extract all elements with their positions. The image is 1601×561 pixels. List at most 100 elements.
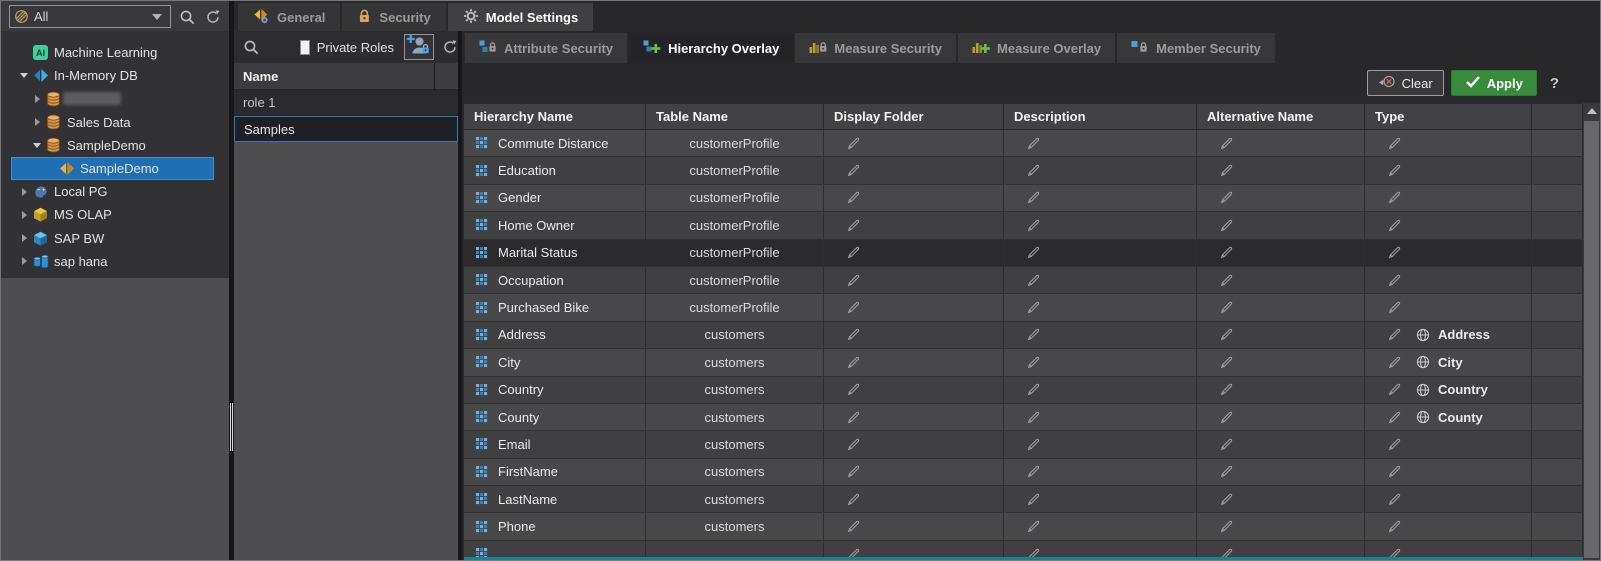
edit-pencil-icon[interactable] <box>846 190 861 205</box>
edit-pencil-icon[interactable] <box>1219 464 1234 479</box>
edit-pencil-icon[interactable] <box>1219 492 1234 507</box>
table-row-purchased-bike[interactable]: Purchased BikecustomerProfile <box>464 294 1583 321</box>
tab-model-settings[interactable]: Model Settings <box>448 3 593 31</box>
table-row-country[interactable]: CountrycustomersCountry <box>464 377 1583 404</box>
column-header-display-folder[interactable]: Display Folder <box>824 104 1004 129</box>
edit-pencil-icon[interactable] <box>1387 519 1402 534</box>
table-row-gender[interactable]: GendercustomerProfile <box>464 185 1583 212</box>
table-row-address[interactable]: AddresscustomersAddress <box>464 322 1583 349</box>
edit-pencil-icon[interactable] <box>1026 163 1041 178</box>
edit-pencil-icon[interactable] <box>1219 437 1234 452</box>
tab-measure-overlay[interactable]: Measure Overlay <box>958 33 1115 63</box>
clear-button[interactable]: Clear <box>1367 70 1444 96</box>
table-row-email[interactable]: Emailcustomers <box>464 431 1583 458</box>
drag-handle-icon[interactable] <box>476 493 488 505</box>
role-row-samples[interactable]: Samples <box>234 116 458 142</box>
edit-pencil-icon[interactable] <box>1026 492 1041 507</box>
tree-item-redacted[interactable] <box>1 87 229 110</box>
edit-pencil-icon[interactable] <box>1387 410 1402 425</box>
edit-pencil-icon[interactable] <box>846 355 861 370</box>
tree-item-sampledemo[interactable]: SampleDemo <box>1 157 229 180</box>
edit-pencil-icon[interactable] <box>1387 245 1402 260</box>
edit-pencil-icon[interactable] <box>846 327 861 342</box>
table-row-phone[interactable]: Phonecustomers <box>464 513 1583 540</box>
tab-security[interactable]: Security <box>342 3 445 31</box>
private-roles-checkbox[interactable] <box>300 40 310 55</box>
edit-pencil-icon[interactable] <box>1387 163 1402 178</box>
tree-item-sap-bw[interactable]: SAP BW <box>1 227 229 250</box>
expand-arrow-icon[interactable] <box>30 95 44 103</box>
edit-pencil-icon[interactable] <box>1387 218 1402 233</box>
edit-pencil-icon[interactable] <box>1387 136 1402 151</box>
tree-item-ms-olap[interactable]: MS OLAP <box>1 203 229 226</box>
edit-pencil-icon[interactable] <box>1387 300 1402 315</box>
edit-pencil-icon[interactable] <box>1387 464 1402 479</box>
edit-pencil-icon[interactable] <box>1219 218 1234 233</box>
tree-item-local-pg[interactable]: Local PG <box>1 180 229 203</box>
drag-handle-icon[interactable] <box>476 247 488 259</box>
expand-arrow-icon[interactable] <box>17 211 31 219</box>
edit-pencil-icon[interactable] <box>1219 300 1234 315</box>
edit-pencil-icon[interactable] <box>1026 464 1041 479</box>
help-button[interactable]: ? <box>1550 75 1559 92</box>
edit-pencil-icon[interactable] <box>1219 327 1234 342</box>
table-row-occupation[interactable]: OccupationcustomerProfile <box>464 267 1583 294</box>
drag-handle-icon[interactable] <box>476 137 488 149</box>
edit-pencil-icon[interactable] <box>1219 163 1234 178</box>
scrollbar-thumb[interactable] <box>1584 121 1599 558</box>
refresh-icon[interactable] <box>203 7 223 27</box>
drag-handle-icon[interactable] <box>476 466 488 478</box>
expand-arrow-icon[interactable] <box>30 118 44 126</box>
edit-pencil-icon[interactable] <box>846 464 861 479</box>
edit-pencil-icon[interactable] <box>1219 190 1234 205</box>
table-row-county[interactable]: CountycustomersCounty <box>464 404 1583 431</box>
edit-pencil-icon[interactable] <box>1387 355 1402 370</box>
edit-pencil-icon[interactable] <box>1026 519 1041 534</box>
edit-pencil-icon[interactable] <box>1026 136 1041 151</box>
tree-item-sampledemo[interactable]: SampleDemo <box>1 134 229 157</box>
edit-pencil-icon[interactable] <box>1026 190 1041 205</box>
edit-pencil-icon[interactable] <box>846 492 861 507</box>
expand-arrow-icon[interactable] <box>17 234 31 242</box>
tab-attribute-security[interactable]: Attribute Security <box>465 33 627 63</box>
apply-button[interactable]: Apply <box>1451 70 1537 96</box>
tab-measure-security[interactable]: Measure Security <box>795 33 956 63</box>
edit-pencil-icon[interactable] <box>846 218 861 233</box>
edit-pencil-icon[interactable] <box>1026 245 1041 260</box>
edit-pencil-icon[interactable] <box>1026 327 1041 342</box>
column-header-hierarchy-name[interactable]: Hierarchy Name <box>464 104 646 129</box>
refresh-icon[interactable] <box>442 39 458 55</box>
edit-pencil-icon[interactable] <box>846 300 861 315</box>
vertical-scrollbar[interactable] <box>1583 103 1600 560</box>
role-row-role-1[interactable]: role 1 <box>234 90 458 116</box>
edit-pencil-icon[interactable] <box>1219 410 1234 425</box>
tab-general[interactable]: General <box>238 3 340 31</box>
edit-pencil-icon[interactable] <box>846 136 861 151</box>
search-icon[interactable] <box>177 7 197 27</box>
edit-pencil-icon[interactable] <box>1387 190 1402 205</box>
table-row-home-owner[interactable]: Home OwnercustomerProfile <box>464 212 1583 239</box>
tab-member-security[interactable]: Member Security <box>1117 33 1275 63</box>
search-icon[interactable] <box>243 39 260 56</box>
edit-pencil-icon[interactable] <box>1219 273 1234 288</box>
drag-handle-icon[interactable] <box>476 384 488 396</box>
table-row-firstname[interactable]: FirstNamecustomers <box>464 459 1583 486</box>
edit-pencil-icon[interactable] <box>1026 273 1041 288</box>
expand-arrow-icon[interactable] <box>17 257 31 265</box>
edit-pencil-icon[interactable] <box>1219 382 1234 397</box>
add-role-button[interactable] <box>404 34 434 60</box>
drag-handle-icon[interactable] <box>476 192 488 204</box>
tree-item-machine-learning[interactable]: AIMachine Learning <box>1 41 229 64</box>
drag-handle-icon[interactable] <box>476 302 488 314</box>
tab-hierarchy-overlay[interactable]: Hierarchy Overlay <box>629 33 793 63</box>
column-header-alternative-name[interactable]: Alternative Name <box>1197 104 1365 129</box>
collapse-arrow-icon[interactable] <box>30 143 44 148</box>
edit-pencil-icon[interactable] <box>1026 355 1041 370</box>
edit-pencil-icon[interactable] <box>1026 437 1041 452</box>
drag-handle-icon[interactable] <box>476 356 488 368</box>
table-row-lastname[interactable]: LastNamecustomers <box>464 486 1583 513</box>
edit-pencil-icon[interactable] <box>846 163 861 178</box>
edit-pencil-icon[interactable] <box>846 519 861 534</box>
drag-handle-icon[interactable] <box>476 219 488 231</box>
edit-pencil-icon[interactable] <box>1026 300 1041 315</box>
